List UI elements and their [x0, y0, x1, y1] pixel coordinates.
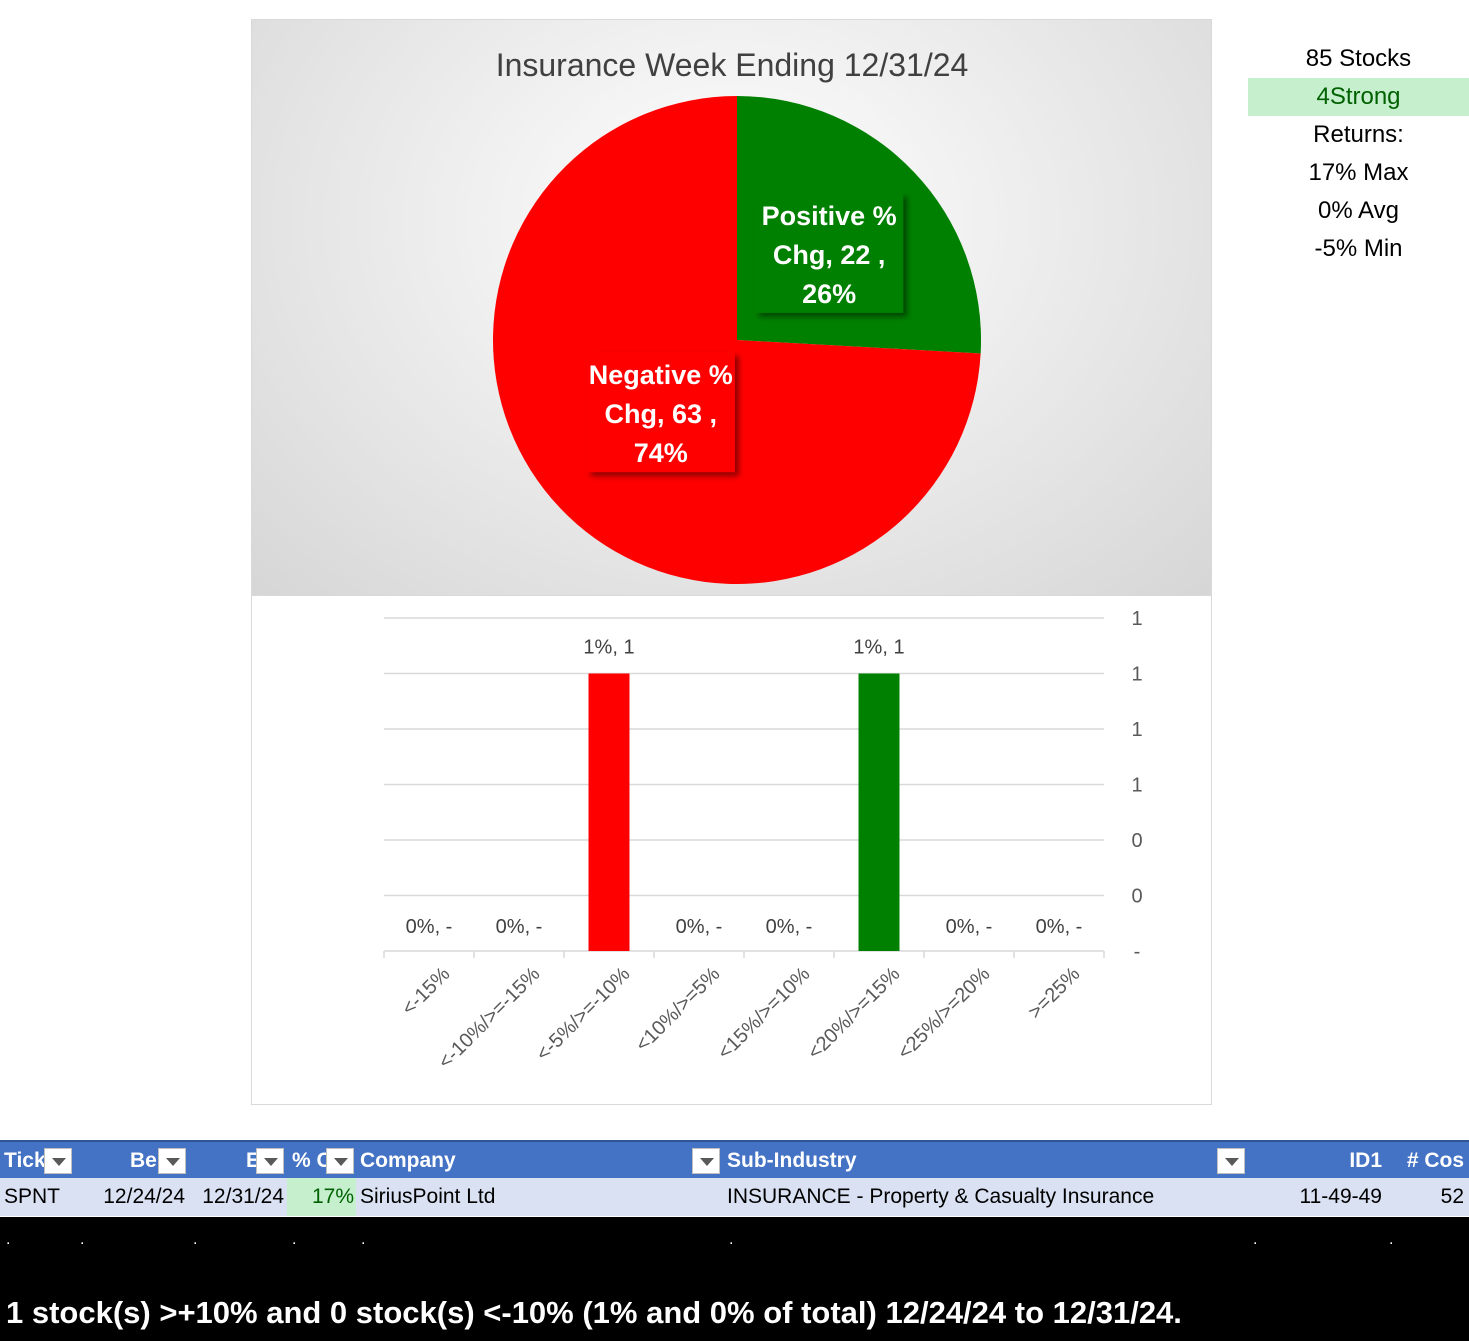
cell-id1: 11-49-49: [1299, 1185, 1382, 1208]
header-id1: ID1: [1349, 1149, 1382, 1172]
bar-data-label: 1%, 1: [853, 637, 904, 659]
filter-end-button[interactable]: [256, 1148, 284, 1174]
placeholder-dot: .: [729, 1231, 734, 1248]
summary-footer: . . . . . . . . 1 stock(s) >+10% and 0 s…: [0, 1217, 1469, 1341]
cell-company: SiriusPoint Ltd: [360, 1185, 496, 1208]
filter-ticker-button[interactable]: [44, 1148, 72, 1174]
stock-count: 85 Stocks: [1305, 45, 1412, 72]
header-begin: Be: [130, 1149, 157, 1172]
pie-data-label: 74%: [634, 438, 688, 468]
pie-chart-panel: Insurance Week Ending 12/31/24 Positive %…: [251, 19, 1212, 596]
filter-company-button[interactable]: [692, 1148, 720, 1174]
strength-badge: 4Strong: [1248, 78, 1469, 116]
placeholder-dot: .: [361, 1231, 366, 1248]
bar-chart: -0011110%, -<-15%0%, -<-10%/>=-15%1%, 1<…: [383, 608, 1143, 1073]
pie-data-label: Negative %: [589, 360, 733, 390]
bar-data-label: 0%, -: [766, 916, 813, 938]
cell-cos: 52: [1440, 1185, 1464, 1208]
y-tick-label: 1: [1131, 608, 1142, 630]
x-category-label: <-15%: [398, 963, 455, 1020]
bar-data-label: 0%, -: [676, 916, 723, 938]
y-tick-label: 1: [1131, 664, 1142, 686]
return-min: -5% Min: [1314, 235, 1403, 262]
bar-data-label: 0%, -: [946, 916, 993, 938]
header-company: Company: [360, 1149, 456, 1172]
placeholder-dot: .: [80, 1231, 85, 1248]
pie-chart: Insurance Week Ending 12/31/24 Positive %…: [492, 47, 981, 584]
cell-ticker: SPNT: [4, 1185, 61, 1208]
pie-data-label: 26%: [802, 279, 856, 309]
bar-data-label: 0%, -: [1036, 916, 1083, 938]
cell-begin: 12/24/24: [103, 1185, 185, 1208]
placeholder-dot: .: [292, 1231, 297, 1248]
bar-6: [858, 673, 900, 951]
bar-data-label: 0%, -: [496, 916, 543, 938]
filter-subindustry-button[interactable]: [1217, 1148, 1245, 1174]
filter-pct-button[interactable]: [326, 1148, 354, 1174]
placeholder-dot: .: [193, 1231, 198, 1248]
x-category-label: <-5%/>=-10%: [532, 963, 635, 1066]
return-max: 17% Max: [1308, 159, 1409, 186]
y-tick-label: -: [1134, 941, 1141, 963]
stocks-table: Tick Be E % C Company Sub-Industry ID1 #…: [0, 1140, 1469, 1216]
bar-chart-panel: -0 0 1 1 1 1 0%, - <-15% 0%, - <-10%/>=-15% 1%, 1 <…: [251, 596, 1212, 1105]
placeholder-dot: .: [6, 1231, 11, 1248]
cell-pct: 17%: [287, 1178, 356, 1216]
cell-subindustry: INSURANCE - Property & Casualty Insuranc…: [727, 1185, 1155, 1208]
summary-text: 1 stock(s) >+10% and 0 stock(s) <-10% (1…: [6, 1295, 1182, 1330]
y-tick-label: 1: [1131, 719, 1142, 741]
pie-title: Insurance Week Ending 12/31/24: [496, 47, 969, 83]
table-header: Tick Be E % C Company Sub-Industry ID1 #…: [0, 1140, 1469, 1178]
x-category-label: <15%/>=10%: [714, 963, 815, 1064]
filter-begin-button[interactable]: [158, 1148, 186, 1174]
y-tick-label: 1: [1131, 775, 1142, 797]
placeholder-dot: .: [1253, 1231, 1258, 1248]
header-cos: # Cos: [1406, 1149, 1464, 1172]
header-ticker: Tick: [4, 1149, 44, 1172]
bar-data-label: 0%, -: [406, 916, 453, 938]
x-category-label: <20%/>=15%: [804, 963, 905, 1064]
cell-end: 12/31/24: [202, 1185, 284, 1208]
header-end: E: [246, 1149, 256, 1172]
stats-panel: 85 Stocks 4Strong Returns: 17% Max 0% Av…: [1248, 40, 1469, 268]
pie-data-label: Chg, 22 ,: [773, 240, 886, 270]
y-tick-label: 0: [1131, 886, 1142, 908]
bar-3: [588, 673, 630, 951]
header-subindustry: Sub-Industry: [727, 1149, 857, 1172]
bar-data-label: 1%, 1: [583, 637, 634, 659]
table-row[interactable]: SPNT 12/24/24 12/31/24 17% SiriusPoint L…: [0, 1178, 1469, 1216]
placeholder-dot: .: [1389, 1231, 1394, 1248]
x-category-label: >=25%: [1024, 963, 1085, 1024]
x-category-label: <10%/>=5%: [632, 963, 725, 1056]
y-tick-label: 0: [1131, 830, 1142, 852]
pie-data-label: Chg, 63 ,: [605, 399, 718, 429]
return-avg: 0% Avg: [1318, 197, 1399, 224]
x-category-label: <25%/>=20%: [894, 963, 995, 1064]
pie-data-label: Positive %: [762, 201, 897, 231]
header-pct: % C: [292, 1149, 326, 1172]
returns-label: Returns:: [1313, 121, 1404, 148]
